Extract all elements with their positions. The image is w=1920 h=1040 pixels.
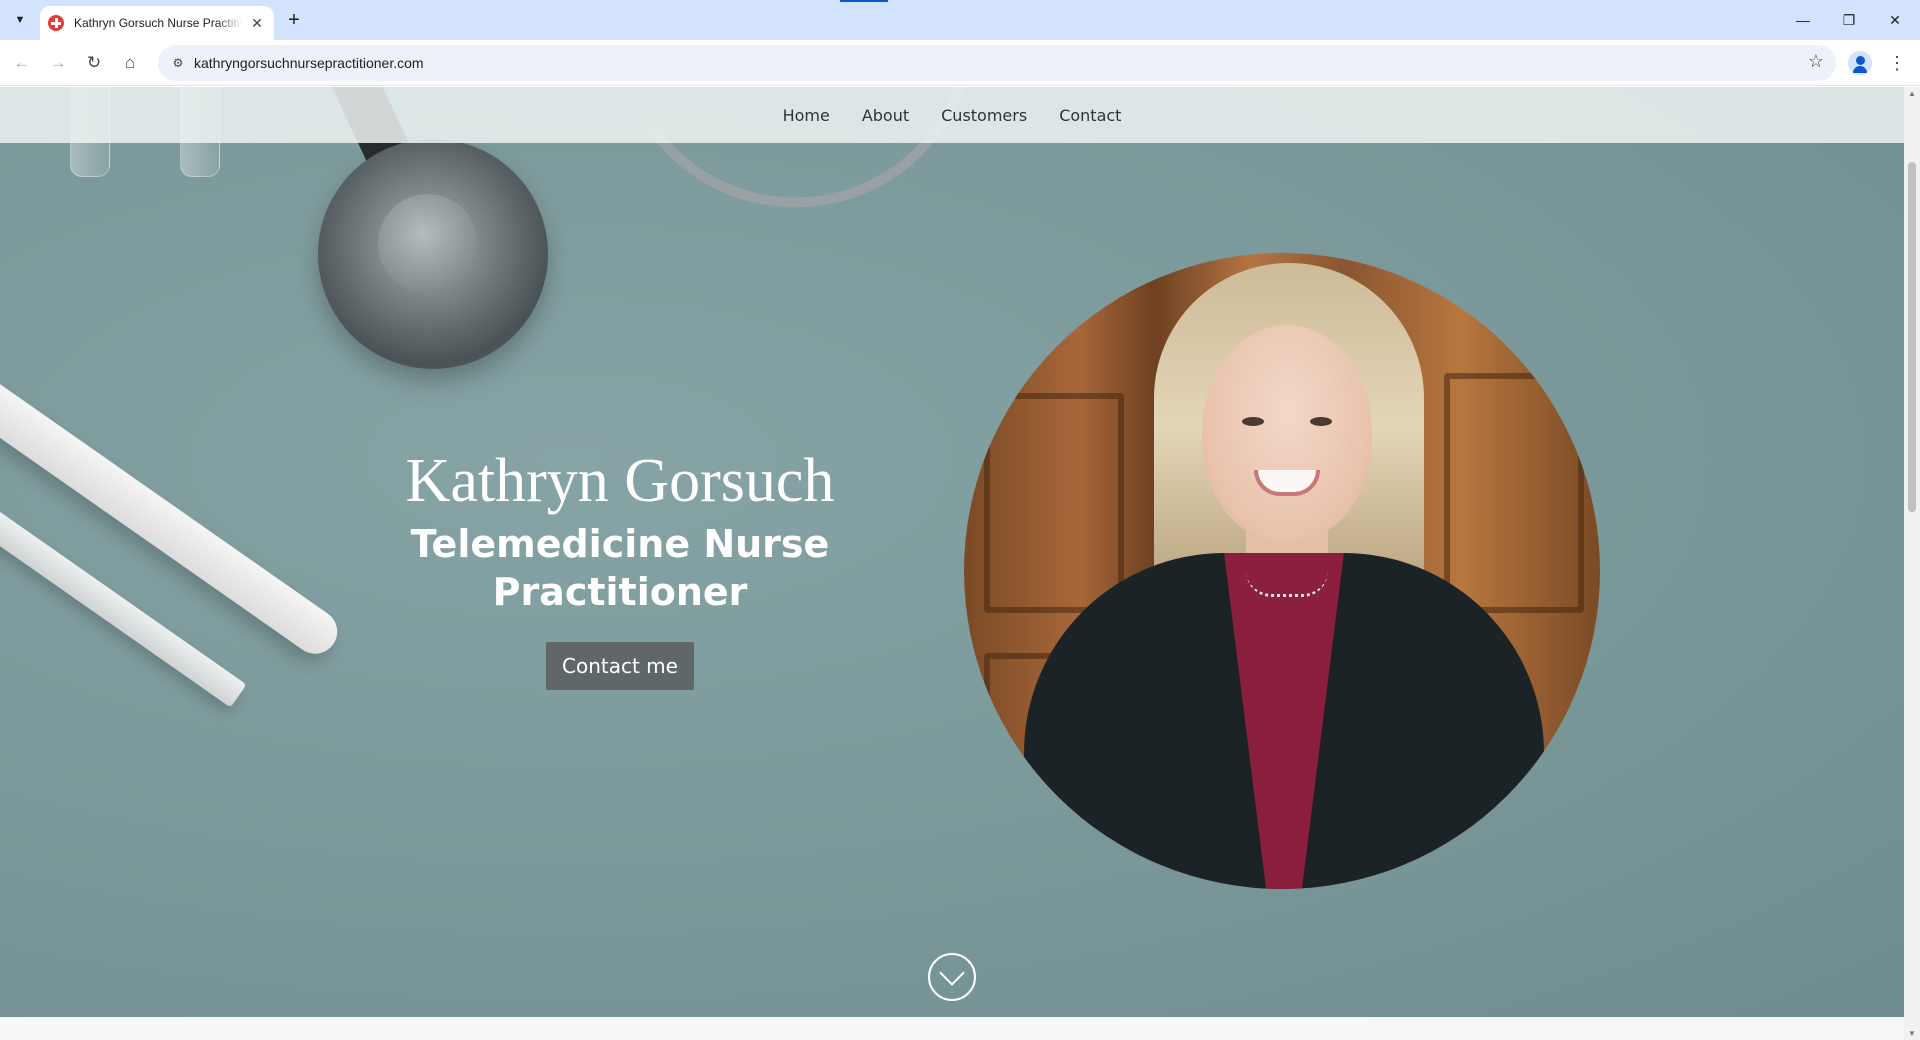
restore-icon[interactable]: ❐	[1826, 0, 1872, 40]
site-info-icon[interactable]: ⚙	[168, 53, 188, 73]
browser-toolbar: ← → ↻ ⌂ ⚙ kathryngorsuchnursepractitione…	[0, 40, 1920, 86]
portrait-eye	[1310, 417, 1332, 426]
profile-body	[1853, 66, 1867, 73]
portrait-face	[1202, 325, 1372, 540]
browser-tab[interactable]: Kathryn Gorsuch Nurse Practitioner ✕	[40, 6, 274, 40]
contact-me-button[interactable]: Contact me	[546, 642, 694, 691]
site-nav: Home About Customers Contact	[0, 87, 1904, 143]
scroll-down-arrow-icon[interactable]: ▼	[1908, 1029, 1916, 1038]
profile-icon[interactable]	[1848, 51, 1872, 75]
portrait-smile	[1254, 470, 1320, 496]
new-tab-icon[interactable]: +	[282, 8, 306, 32]
favicon-icon	[48, 15, 64, 31]
portrait-necklace	[1246, 571, 1328, 597]
scroll-down-button[interactable]	[928, 953, 976, 1001]
page-viewport: Kathryn Gorsuch Telemedicine Nurse Pract…	[0, 87, 1904, 1040]
reload-icon[interactable]: ↻	[80, 49, 108, 77]
nav-home[interactable]: Home	[783, 106, 830, 125]
address-bar[interactable]: ⚙ kathryngorsuchnursepractitioner.com ☆	[158, 45, 1836, 81]
portrait-photo	[964, 253, 1600, 889]
profile-head	[1855, 56, 1865, 65]
close-window-icon[interactable]: ✕	[1872, 0, 1918, 40]
door-panel	[1444, 373, 1584, 613]
back-icon[interactable]: ←	[8, 49, 36, 77]
scroll-up-arrow-icon[interactable]: ▲	[1908, 89, 1916, 98]
url-text[interactable]: kathryngorsuchnursepractitioner.com	[194, 55, 424, 71]
page-scrollbar[interactable]: ▲ ▼	[1904, 87, 1920, 1040]
home-icon[interactable]: ⌂	[116, 49, 144, 77]
browser-tab-strip: ▼ Kathryn Gorsuch Nurse Practitioner ✕ +…	[0, 0, 1920, 40]
forward-icon[interactable]: →	[44, 49, 72, 77]
hero-role: Telemedicine Nurse Practitioner	[410, 522, 830, 614]
close-icon[interactable]: ✕	[248, 15, 266, 32]
hero-section: Kathryn Gorsuch Telemedicine Nurse Pract…	[0, 87, 1904, 1017]
stethoscope-inner-decoration	[378, 194, 478, 294]
tab-title: Kathryn Gorsuch Nurse Practitioner	[74, 16, 242, 30]
chevron-down-icon	[939, 960, 965, 986]
bookmark-star-icon[interactable]: ☆	[1808, 51, 1824, 72]
stethoscope-decoration	[318, 139, 548, 369]
thermometer-decoration	[0, 350, 346, 663]
menu-icon[interactable]: ⋮	[1885, 49, 1909, 77]
hero-text-block: Kathryn Gorsuch Telemedicine Nurse Pract…	[370, 447, 870, 691]
door-panel	[984, 393, 1124, 613]
hero-name: Kathryn Gorsuch	[405, 447, 835, 515]
minimize-icon[interactable]: —	[1780, 0, 1826, 40]
nav-contact[interactable]: Contact	[1059, 106, 1121, 125]
portrait-eye	[1242, 417, 1264, 426]
next-section-peek	[0, 1017, 1904, 1040]
tab-strip-indicator	[840, 0, 888, 2]
scroll-thumb[interactable]	[1908, 162, 1916, 512]
tab-search-icon[interactable]: ▼	[8, 8, 32, 32]
nav-customers[interactable]: Customers	[941, 106, 1027, 125]
nav-about[interactable]: About	[862, 106, 909, 125]
